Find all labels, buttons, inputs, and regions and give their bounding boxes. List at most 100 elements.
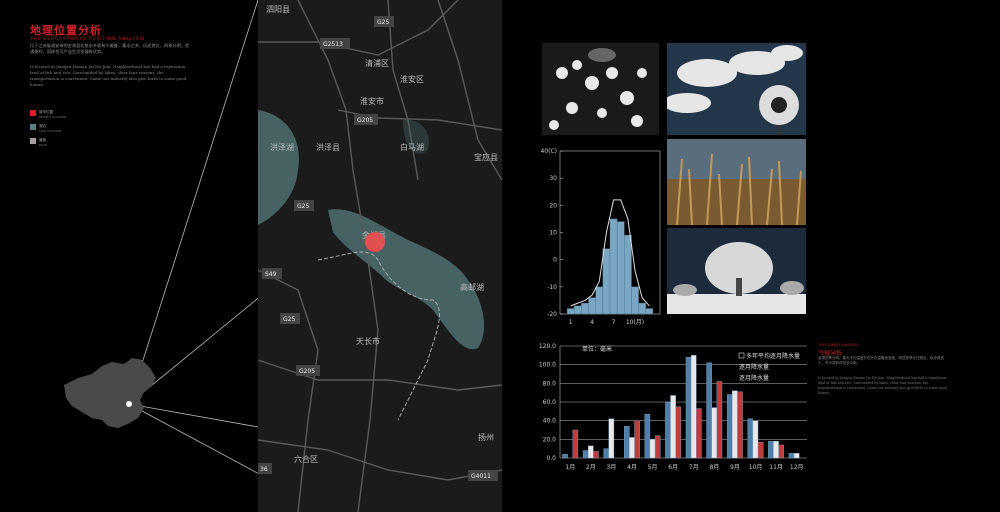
x-tick-label: 4月 xyxy=(627,464,637,471)
precip-bar xyxy=(562,454,568,459)
photo-wheat xyxy=(667,139,806,225)
x-tick-label: 11月 xyxy=(769,464,783,471)
legend-label: 逐月降水量 xyxy=(739,374,769,382)
map-label: 六合区 xyxy=(294,454,318,464)
y-tick-label: 40.0 xyxy=(543,418,557,425)
shield-label: G25 xyxy=(297,203,309,210)
x-tick-label: 1 xyxy=(569,319,573,326)
regional-map[interactable]: 泗阳县 淮安市 清浦区 淮安区 洪泽湖 洪泽县 白马湖 宝应县 金湖县 高邮湖 … xyxy=(258,0,502,512)
y-tick-label: -20 xyxy=(547,311,557,318)
temp-bar xyxy=(624,234,632,315)
y-tick-label: 0 xyxy=(553,257,557,264)
x-tick-label: 9月 xyxy=(730,464,740,471)
x-tick-label: 8月 xyxy=(709,464,719,471)
precip-bar xyxy=(706,362,712,459)
precip-bar xyxy=(654,435,661,459)
map-label: 扬州 xyxy=(478,432,494,442)
precip-bar xyxy=(778,444,784,459)
temperature-chart: 40(C) 30 20 10 0 -10 -20 1 4 7 10(月) xyxy=(532,143,666,328)
precip-bar xyxy=(649,439,656,459)
temp-bar xyxy=(638,302,646,315)
precip-bar xyxy=(582,450,589,459)
x-tick-label: 3月 xyxy=(607,464,617,471)
precip-bar xyxy=(665,401,671,459)
shield-label: G205 xyxy=(299,368,315,375)
y-tick-label: 0.0 xyxy=(546,455,556,462)
precip-bar xyxy=(716,381,723,459)
precip-bar xyxy=(690,355,697,459)
precip-bar xyxy=(603,448,609,459)
climate-description-cn: 金湖四季分明，春天冷均温度开在升在温暖适宜度，明显夏季长日照足，秋凉爽宜人，冬冷… xyxy=(818,356,944,365)
map-label: 淮安区 xyxy=(400,74,424,84)
y-tick-label: 20.0 xyxy=(543,436,557,443)
precip-bar xyxy=(793,453,800,459)
temp-bar xyxy=(581,302,589,315)
x-tick-label: 2月 xyxy=(586,464,596,471)
temp-bar xyxy=(602,248,611,315)
project-location-marker[interactable] xyxy=(365,232,385,252)
map-label: 洪泽县 xyxy=(316,142,340,152)
precip-bar xyxy=(675,406,682,459)
shield-label: 36 xyxy=(260,466,268,473)
temp-bar xyxy=(645,308,654,315)
precip-bar xyxy=(587,445,594,459)
y-tick-label: 80.0 xyxy=(543,380,557,387)
map-label: 洪泽湖 xyxy=(270,142,294,152)
precip-bar xyxy=(629,437,635,459)
precip-bar xyxy=(634,420,640,459)
temp-bar xyxy=(566,308,575,315)
x-tick-label: 6月 xyxy=(668,464,678,471)
y-tick-label: 40(C) xyxy=(540,148,557,155)
x-tick-label: 5月 xyxy=(648,464,658,471)
legend-label: 多年平均逐月降水量 xyxy=(746,352,800,360)
map-label: 淮安市 xyxy=(360,96,384,106)
precip-bar xyxy=(752,420,759,459)
y-tick-label: 20 xyxy=(549,202,557,209)
photo-clouds-sunflower xyxy=(667,43,806,135)
shield-label: S49 xyxy=(265,271,277,278)
precip-bar xyxy=(696,408,702,459)
precip-bar xyxy=(726,394,733,459)
precip-bar xyxy=(747,418,754,459)
y-tick-label: 60.0 xyxy=(543,399,557,406)
precip-bar xyxy=(593,451,599,459)
china-map-icon xyxy=(64,358,156,428)
precip-bar xyxy=(768,440,774,459)
precip-bar xyxy=(773,440,779,459)
precip-bar xyxy=(572,429,579,459)
precip-bar xyxy=(732,390,738,459)
y-tick-label: 120.0 xyxy=(539,343,556,350)
shield-label: G25 xyxy=(283,316,295,323)
shield-label: G205 xyxy=(357,117,373,124)
y-tick-label: 100.0 xyxy=(539,362,556,369)
precip-bar xyxy=(685,357,692,459)
map-label: 高邮湖 xyxy=(460,282,484,292)
photo-blossoms xyxy=(542,43,659,135)
shield-label: G4011 xyxy=(471,473,491,480)
x-tick-label: 10(月) xyxy=(626,319,644,326)
photo-snow-tree xyxy=(667,228,806,314)
temp-bar xyxy=(595,286,604,315)
x-tick-label: 10月 xyxy=(749,464,763,471)
map-label: 宝应县 xyxy=(474,152,498,162)
precip-bar xyxy=(624,426,630,459)
precip-bar xyxy=(711,407,718,459)
climate-subtitle: THE CLIMATE ANALYSIS xyxy=(818,343,859,347)
legend-label: 逐月降水量 xyxy=(739,363,769,371)
shield-label: G25 xyxy=(377,19,389,26)
temp-bar xyxy=(588,297,596,315)
precipitation-chart: 单位：毫米 120.0100.080.060.040.020.00.0 1月 2月… xyxy=(528,338,815,475)
precip-bar xyxy=(788,453,795,459)
x-tick-label: 7月 xyxy=(689,464,699,471)
map-label: 白马湖 xyxy=(400,142,424,152)
y-tick-label: -10 xyxy=(547,284,557,291)
climate-description-en: Is located in Jiangsu Huaian Jin Hu-Jian… xyxy=(818,376,948,395)
precip-bar xyxy=(757,441,764,459)
x-tick-label: 7 xyxy=(612,319,616,326)
map-label: 泗阳县 xyxy=(266,5,290,14)
x-tick-label: 4 xyxy=(590,319,594,326)
map-label: 清浦区 xyxy=(365,58,389,68)
precip-bar xyxy=(608,418,615,459)
precip-bar xyxy=(737,391,743,459)
y-tick-label: 10 xyxy=(549,230,557,237)
